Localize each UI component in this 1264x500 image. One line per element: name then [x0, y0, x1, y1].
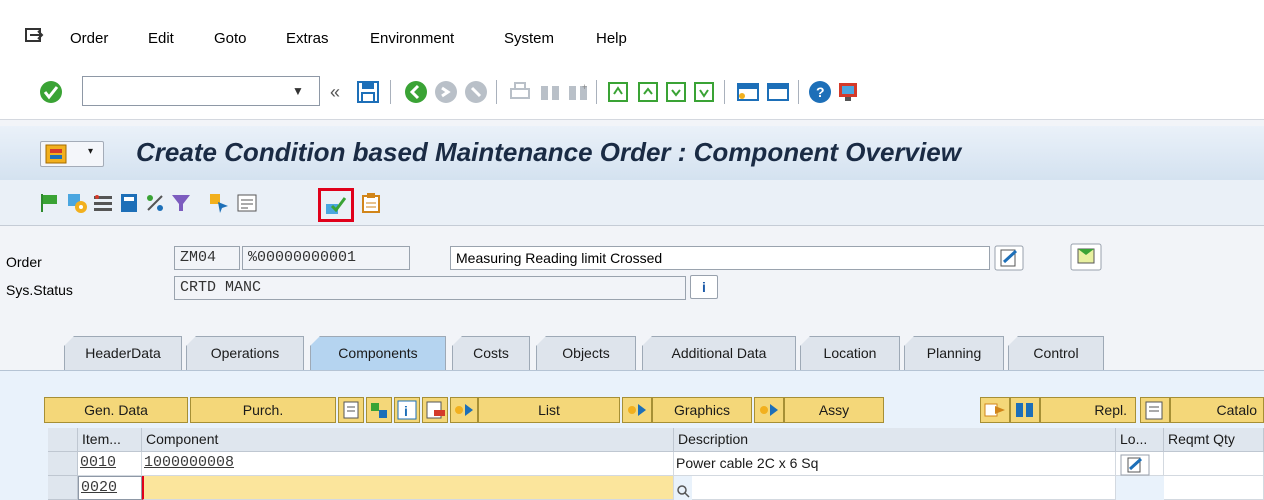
row-selector-header[interactable]	[48, 428, 78, 452]
last-page-icon[interactable]	[692, 80, 716, 104]
collapse-toolbar-icon[interactable]: «	[330, 82, 340, 103]
next-page-icon[interactable]	[664, 80, 688, 104]
help-icon[interactable]: ?	[808, 80, 832, 104]
menu-environment[interactable]: Environment	[370, 30, 454, 47]
list-button[interactable]: List	[478, 397, 620, 423]
previous-page-icon[interactable]	[636, 80, 660, 104]
order-type-field: ZM04	[174, 246, 240, 270]
delete-row-icon[interactable]	[422, 397, 448, 423]
tab-operations[interactable]: Operations	[186, 336, 304, 370]
assy-position-icon[interactable]	[754, 397, 784, 423]
row-selector[interactable]	[48, 476, 78, 500]
flag-icon[interactable]	[38, 192, 60, 214]
details-icon[interactable]	[338, 397, 364, 423]
description-cell[interactable]	[692, 476, 1116, 500]
page-title: Create Condition based Maintenance Order…	[136, 137, 961, 167]
status-info-button[interactable]: i	[690, 275, 718, 299]
sys-status-label: Sys.Status	[6, 282, 73, 298]
component-cell[interactable]: 1000000008	[142, 452, 674, 476]
tab-additional-data[interactable]: Additional Data	[642, 336, 796, 370]
calculator-icon[interactable]	[118, 192, 140, 214]
svg-text:?: ?	[816, 84, 825, 100]
column-header-component[interactable]: Component	[142, 428, 674, 452]
export-icon[interactable]	[980, 397, 1010, 423]
long-text-icon[interactable]	[1120, 454, 1150, 476]
column-header-item[interactable]: Item...	[78, 428, 142, 452]
tab-components[interactable]: Components	[310, 336, 446, 370]
column-header-reqmt-qty[interactable]: Reqmt Qty	[1164, 428, 1264, 452]
menu-order[interactable]: Order	[70, 30, 108, 47]
tab-planning[interactable]: Planning	[904, 336, 1004, 370]
item-info-icon[interactable]: i	[394, 397, 420, 423]
catalog-button[interactable]: Catalo	[1170, 397, 1264, 423]
tab-control[interactable]: Control	[1008, 336, 1104, 370]
exit-icon	[435, 81, 457, 103]
tab-headerdata[interactable]: HeaderData	[64, 336, 182, 370]
back-icon[interactable]	[404, 80, 428, 104]
customize-layout-icon[interactable]	[836, 80, 860, 104]
percentage-icon[interactable]	[144, 192, 166, 214]
material-list-icon[interactable]	[92, 192, 114, 214]
menu-edit[interactable]: Edit	[148, 30, 174, 47]
enter-check-icon[interactable]	[38, 79, 64, 105]
find-icon	[541, 86, 559, 100]
menu-button-icon	[45, 144, 67, 164]
generate-shortcut-icon[interactable]	[766, 80, 790, 104]
reqmt-qty-cell[interactable]	[1164, 452, 1264, 476]
save-icon[interactable]	[356, 80, 380, 104]
menu-goto[interactable]: Goto	[214, 30, 247, 47]
first-page-icon[interactable]	[606, 80, 630, 104]
reqmt-qty-cell[interactable]	[1164, 476, 1264, 500]
menu-help[interactable]: Help	[596, 30, 627, 47]
search-help-icon[interactable]	[676, 484, 690, 498]
settings-icon[interactable]	[66, 192, 88, 214]
menu-bar	[0, 0, 1264, 58]
print-icon	[510, 82, 530, 99]
description-cell[interactable]: Power cable 2C x 6 Sq	[674, 452, 1116, 476]
find-component-icon[interactable]	[1010, 397, 1040, 423]
filter-icon[interactable]	[170, 192, 192, 214]
order-description-input[interactable]	[450, 246, 990, 270]
cancel-icon	[465, 81, 487, 103]
item-cell[interactable]: 0010	[78, 452, 142, 476]
menu-extras[interactable]: Extras	[286, 30, 329, 47]
command-dropdown-icon[interactable]: ▼	[292, 84, 304, 98]
gen-data-button[interactable]: Gen. Data	[44, 397, 188, 423]
command-field[interactable]	[82, 76, 320, 106]
column-header-lo[interactable]: Lo...	[1116, 428, 1164, 452]
menu-system[interactable]: System	[504, 30, 554, 47]
repl-button[interactable]: Repl.	[1040, 397, 1136, 423]
menu-exit-icon[interactable]	[24, 26, 44, 46]
graphics-position-icon[interactable]	[622, 397, 652, 423]
column-header-description[interactable]: Description	[674, 428, 1116, 452]
row-selector[interactable]	[48, 452, 78, 476]
item-cell[interactable]: 0020	[78, 476, 142, 500]
find-next-icon: +	[569, 82, 587, 100]
menu-dropdown-icon: ▾	[88, 146, 94, 157]
select-all-icon[interactable]	[366, 397, 392, 423]
svg-text:i: i	[404, 403, 408, 419]
release-icon[interactable]	[208, 192, 230, 214]
order-print-icon[interactable]	[360, 192, 382, 214]
order-object-icon[interactable]	[1070, 243, 1102, 271]
component-input-cell[interactable]	[142, 476, 674, 500]
highlight-box	[318, 188, 354, 222]
sys-status-field: CRTD MANC	[174, 276, 686, 300]
tab-costs[interactable]: Costs	[452, 336, 530, 370]
create-session-icon[interactable]	[736, 80, 760, 104]
order-label: Order	[6, 254, 42, 270]
tab-objects[interactable]: Objects	[536, 336, 636, 370]
list-position-icon[interactable]	[450, 397, 478, 423]
order-number-field: %00000000001	[242, 246, 410, 270]
graphics-button[interactable]: Graphics	[652, 397, 752, 423]
long-text-edit-icon[interactable]	[994, 245, 1024, 271]
document-lines-icon[interactable]	[236, 192, 258, 214]
catalog-icon[interactable]	[1140, 397, 1170, 423]
purch-button[interactable]: Purch.	[190, 397, 336, 423]
assy-button[interactable]: Assy	[784, 397, 884, 423]
tab-location[interactable]: Location	[800, 336, 900, 370]
svg-text:+: +	[582, 82, 587, 92]
